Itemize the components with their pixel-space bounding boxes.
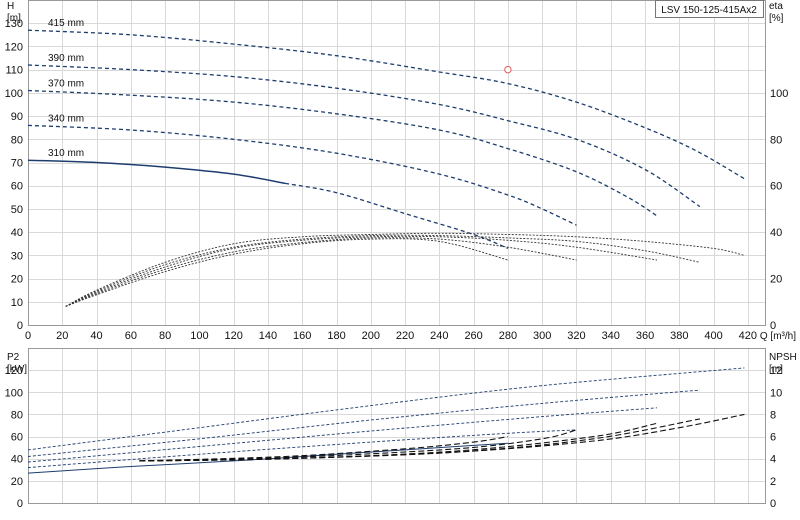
y-tick-label: 20 — [11, 476, 23, 488]
x-tick-label: 380 — [670, 330, 688, 342]
y-tick-label: 90 — [11, 111, 23, 123]
x-tick-label: 240 — [430, 330, 448, 342]
efficiency-curve — [65, 238, 509, 307]
y2-tick-label: 8 — [770, 409, 776, 421]
x-tick-label: 260 — [464, 330, 482, 342]
y-tick-label: 70 — [11, 158, 23, 170]
y2-tick-label: 40 — [770, 227, 782, 239]
head-curve — [27, 64, 701, 208]
y-tick-label: 80 — [11, 134, 23, 146]
series-0-2: 370 mm — [27, 79, 658, 217]
y-tick-label: 20 — [11, 274, 23, 286]
y-axis-label: P2 — [7, 352, 20, 363]
y-tick-label: 10 — [11, 297, 23, 309]
y2-tick-label: 0 — [770, 498, 776, 510]
x-tick-label: 320 — [567, 330, 585, 342]
efficiency-curve — [65, 235, 658, 307]
y-tick-label: 120 — [5, 41, 23, 53]
plot-head-efficiency: 0102030405060708090100110120130020406080… — [5, 0, 796, 342]
y-tick-label: 80 — [11, 409, 23, 421]
y-tick-label: 40 — [11, 454, 23, 466]
x-tick-label: 420 — [739, 330, 757, 342]
y2-tick-label: 60 — [770, 181, 782, 193]
y-axis-unit: [kW] — [7, 364, 27, 375]
series-1-6 — [139, 418, 701, 462]
y-tick-label: 110 — [5, 65, 23, 77]
series-label: 415 mm — [48, 18, 84, 29]
y-tick-label: 100 — [5, 387, 23, 399]
series-label: 370 mm — [48, 79, 84, 90]
y-axis-unit: [m] — [7, 13, 21, 24]
x-tick-label: 360 — [636, 330, 654, 342]
y-tick-label: 60 — [11, 432, 23, 444]
x-tick-label: 120 — [224, 330, 242, 342]
npsh-curve — [139, 418, 701, 462]
plot-power-npsh: 020406080100120024681012P2[kW]NPSH[m] — [5, 348, 797, 510]
x-tick-label: 200 — [362, 330, 380, 342]
series-label: 340 mm — [48, 113, 84, 124]
y-tick-label: 30 — [11, 250, 23, 262]
y-tick-label: 100 — [5, 88, 23, 100]
x-tick-label: 340 — [602, 330, 620, 342]
y2-tick-label: 100 — [770, 88, 788, 100]
y2-axis-label: eta — [769, 1, 783, 12]
x-tick-label: 20 — [56, 330, 68, 342]
x-tick-label: 160 — [293, 330, 311, 342]
x-tick-label: 180 — [327, 330, 345, 342]
x-axis-label: Q [m³/h] — [760, 331, 796, 342]
chart-title: LSV 150-125-415Ax2 — [661, 5, 757, 16]
head-curve — [27, 29, 745, 180]
series-0-7 — [65, 235, 658, 307]
x-tick-label: 220 — [396, 330, 414, 342]
y-tick-label: 50 — [11, 204, 23, 216]
head-curve — [27, 89, 658, 217]
y2-axis-unit: [%] — [769, 13, 784, 24]
x-tick-label: 60 — [125, 330, 137, 342]
series-1-1 — [27, 389, 700, 457]
series-0-8 — [65, 237, 577, 307]
series-0-9 — [65, 238, 509, 307]
series-0-6 — [65, 234, 700, 307]
series-label: 390 mm — [48, 53, 84, 64]
series-label: 310 mm — [48, 148, 84, 159]
y2-tick-label: 2 — [770, 476, 776, 488]
y-tick-label: 0 — [17, 498, 23, 510]
x-tick-label: 0 — [25, 330, 31, 342]
y-tick-label: 40 — [11, 227, 23, 239]
operating-point-marker — [504, 65, 512, 74]
y-tick-label: 60 — [11, 181, 23, 193]
x-tick-label: 80 — [159, 330, 171, 342]
x-tick-label: 400 — [704, 330, 722, 342]
y2-tick-label: 6 — [770, 432, 776, 444]
efficiency-curve — [65, 234, 700, 307]
x-tick-label: 300 — [533, 330, 551, 342]
y-axis-label: H — [7, 1, 14, 12]
plot-frame — [28, 348, 766, 504]
series-0-0: 415 mm — [27, 18, 745, 180]
efficiency-curve — [65, 237, 577, 307]
chart-canvas: 0102030405060708090100110120130020406080… — [5, 0, 797, 510]
y2-tick-label: 10 — [770, 387, 782, 399]
y2-tick-label: 4 — [770, 454, 776, 466]
y2-tick-label: 80 — [770, 134, 782, 146]
pump-curve-chart: 0 10 20 30 40 50 60 70 80 90 100 110 120 130 0 20 40 60 80… — [0, 0, 800, 520]
x-tick-label: 140 — [259, 330, 277, 342]
power-curve — [27, 389, 700, 457]
x-tick-label: 100 — [190, 330, 208, 342]
y2-axis-unit: [m] — [769, 364, 783, 375]
x-tick-label: 40 — [90, 330, 102, 342]
y2-tick-label: 20 — [770, 274, 782, 286]
x-tick-label: 280 — [499, 330, 517, 342]
y2-axis-label: NPSH — [769, 352, 797, 363]
y-tick-label: 0 — [17, 320, 23, 332]
